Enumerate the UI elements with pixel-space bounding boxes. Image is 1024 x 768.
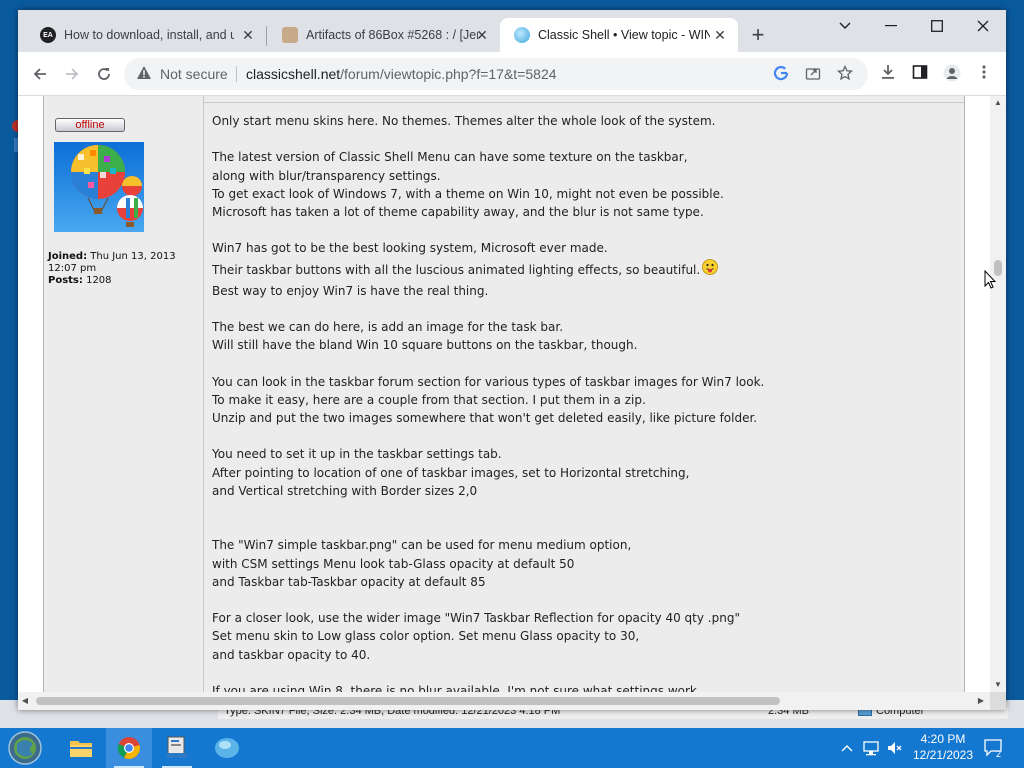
new-tab-button[interactable]: + (746, 24, 770, 48)
joined-line: Joined: Thu Jun 13, 2013 12:07 pm (48, 251, 176, 274)
file-explorer-icon[interactable] (58, 728, 104, 768)
maximize-button[interactable] (914, 10, 960, 42)
menu-icon[interactable] (974, 64, 994, 84)
warning-icon[interactable] (136, 65, 152, 86)
close-tab-icon[interactable]: ✕ (712, 27, 728, 43)
page-viewport[interactable]: offline Joined: Thu Jun 13, 2013 12:07 p… (18, 96, 990, 692)
post-profile: offline Joined: Thu Jun 13, 2013 12:07 p… (44, 96, 204, 692)
scroll-left-arrow-icon[interactable]: ◀ (18, 692, 32, 710)
forward-icon[interactable] (60, 62, 84, 86)
tab-search-caret-icon[interactable] (822, 10, 868, 42)
classic-shell-favicon (514, 27, 530, 43)
tab-title: Classic Shell • View topic - WIN7 (538, 28, 710, 42)
network-icon[interactable] (860, 728, 882, 768)
forum-post: offline Joined: Thu Jun 13, 2013 12:07 p… (43, 96, 965, 692)
post-paragraph: For a closer look, use the wider image "… (212, 611, 740, 662)
start-button[interactable] (2, 728, 48, 768)
back-icon[interactable] (28, 62, 52, 86)
post-paragraph: You need to set it up in the taskbar set… (212, 447, 690, 498)
clock-time: 4:20 PM (920, 732, 966, 746)
post-paragraph: You can look in the taskbar forum sectio… (212, 374, 765, 425)
tab-strip: EA How to download, install, and up ✕ Ar… (18, 10, 1006, 52)
tab-86box[interactable]: Artifacts of 86Box #5268 : / [Jen ✕ (268, 18, 500, 52)
profile-divider (203, 96, 204, 692)
chrome-icon[interactable] (106, 728, 152, 768)
address-bar[interactable]: Not secure classicshell.net/forum/viewto… (124, 58, 868, 90)
profile-favicon (282, 27, 298, 43)
close-window-button[interactable] (960, 10, 1006, 42)
status-badge: offline (55, 118, 125, 132)
tab-separator (266, 26, 267, 46)
scroll-down-arrow-icon[interactable]: ▼ (990, 678, 1006, 692)
close-tab-icon[interactable]: ✕ (474, 27, 490, 43)
post-paragraph: The best we can do here, is add an image… (212, 319, 638, 353)
post-paragraph: The "Win7 simple taskbar.png" can be use… (212, 538, 632, 589)
tab-classic-shell[interactable]: Classic Shell • View topic - WIN7 ✕ (500, 18, 738, 52)
scroll-right-arrow-icon[interactable]: ▶ (974, 692, 988, 710)
installer-icon[interactable] (154, 728, 200, 768)
security-label[interactable]: Not secure (160, 66, 228, 82)
mouse-cursor-icon (984, 269, 997, 294)
url-text[interactable]: classicshell.net/forum/viewtopic.php?f=1… (246, 66, 557, 82)
browser-toolbar: Not secure classicshell.net/forum/viewto… (18, 52, 1006, 96)
profile-info: Joined: Thu Jun 13, 2013 12:07 pm Posts:… (48, 251, 198, 287)
tab-howto[interactable]: EA How to download, install, and up ✕ (26, 18, 266, 52)
show-hidden-icons-icon[interactable] (838, 728, 856, 768)
tab-title: How to download, install, and up (64, 28, 234, 42)
minimize-button[interactable] (868, 10, 914, 42)
scroll-corner (990, 692, 1006, 710)
download-icon[interactable] (878, 64, 898, 84)
avatar[interactable] (54, 142, 144, 232)
tongue-smiley-icon (702, 258, 719, 275)
horizontal-scroll-thumb[interactable] (36, 697, 780, 705)
horizontal-scrollbar[interactable]: ◀ ▶ (18, 692, 990, 710)
clock-date: 12/21/2023 (912, 748, 974, 762)
tab-title: Artifacts of 86Box #5268 : / [Jen (306, 28, 478, 42)
address-separator (236, 66, 237, 82)
post-paragraph: Win7 has got to be the best looking syst… (212, 239, 952, 299)
close-tab-icon[interactable]: ✕ (240, 27, 256, 43)
vertical-scrollbar[interactable]: ▲ ▼ (990, 96, 1006, 692)
desktop-icon-peek (8, 118, 24, 154)
notification-count: 2 (996, 749, 1001, 758)
side-panel-icon[interactable] (910, 64, 930, 84)
post-header-divider (204, 102, 964, 103)
google-lens-icon[interactable] (772, 65, 790, 83)
share-icon[interactable] (804, 65, 822, 83)
post-paragraph: The latest version of Classic Shell Menu… (212, 150, 724, 219)
taskbar: 4:20 PM 12/21/2023 2 (0, 728, 1024, 768)
post-paragraph: If you are using Win 8, there is no blur… (212, 683, 701, 692)
profile-icon[interactable] (942, 64, 962, 84)
scroll-up-arrow-icon[interactable]: ▲ (990, 96, 1006, 110)
post-paragraph: Only start menu skins here. No themes. T… (212, 114, 716, 128)
reload-icon[interactable] (92, 62, 116, 86)
chrome-window: EA How to download, install, and up ✕ Ar… (18, 10, 1006, 710)
posts-line: Posts: 1208 (48, 275, 112, 286)
post-body: Only start menu skins here. No themes. T… (212, 112, 952, 692)
notifications-icon[interactable]: 2 (980, 728, 1008, 768)
classic-shell-icon[interactable] (204, 728, 250, 768)
taskbar-clock[interactable]: 4:20 PM 12/21/2023 (898, 731, 988, 763)
ea-favicon: EA (40, 27, 56, 43)
bookmark-star-icon[interactable] (836, 64, 854, 83)
